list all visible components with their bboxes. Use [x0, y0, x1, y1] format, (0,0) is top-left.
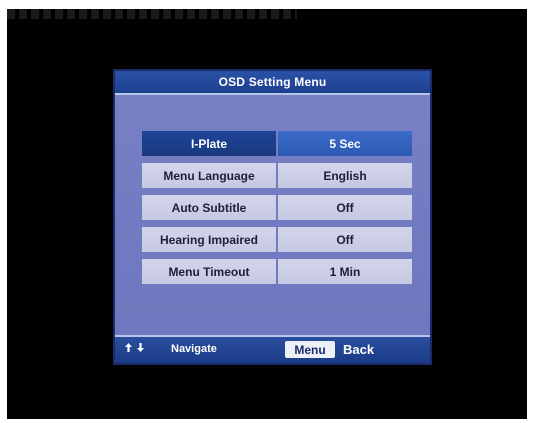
setting-row-auto-subtitle[interactable]: Auto Subtitle Off — [142, 195, 412, 220]
menu-title: OSD Setting Menu — [218, 75, 327, 89]
setting-value[interactable]: English — [278, 163, 412, 188]
setting-value[interactable]: Off — [278, 227, 412, 252]
setting-value[interactable]: Off — [278, 195, 412, 220]
setting-value[interactable]: 1 Min — [278, 259, 412, 284]
setting-row-hearing-impaired[interactable]: Hearing Impaired Off — [142, 227, 412, 252]
arrow-down-icon — [137, 343, 144, 352]
back-label: Back — [343, 342, 375, 357]
menu-header: OSD Setting Menu — [115, 71, 430, 95]
setting-label: I-Plate — [142, 131, 276, 156]
setting-value[interactable]: 5 Sec — [278, 131, 412, 156]
setting-row-i-plate[interactable]: I-Plate 5 Sec — [142, 131, 412, 156]
settings-list: I-Plate 5 Sec Menu Language English Auto… — [142, 131, 412, 291]
tv-screen: OSD Setting Menu I-Plate 5 Sec Menu Lang… — [7, 9, 527, 419]
menu-footer: Navigate Menu Back — [115, 335, 430, 363]
setting-row-menu-language[interactable]: Menu Language English — [142, 163, 412, 188]
navigate-label: Navigate — [171, 343, 217, 355]
navigate-hint — [125, 343, 144, 352]
setting-label: Hearing Impaired — [142, 227, 276, 252]
top-dashed-line — [7, 9, 297, 19]
osd-setting-menu: OSD Setting Menu I-Plate 5 Sec Menu Lang… — [113, 69, 432, 365]
menu-key-button[interactable]: Menu — [285, 341, 335, 358]
arrow-up-icon — [125, 343, 132, 352]
setting-label: Menu Language — [142, 163, 276, 188]
setting-label: Menu Timeout — [142, 259, 276, 284]
setting-label: Auto Subtitle — [142, 195, 276, 220]
setting-row-menu-timeout[interactable]: Menu Timeout 1 Min — [142, 259, 412, 284]
